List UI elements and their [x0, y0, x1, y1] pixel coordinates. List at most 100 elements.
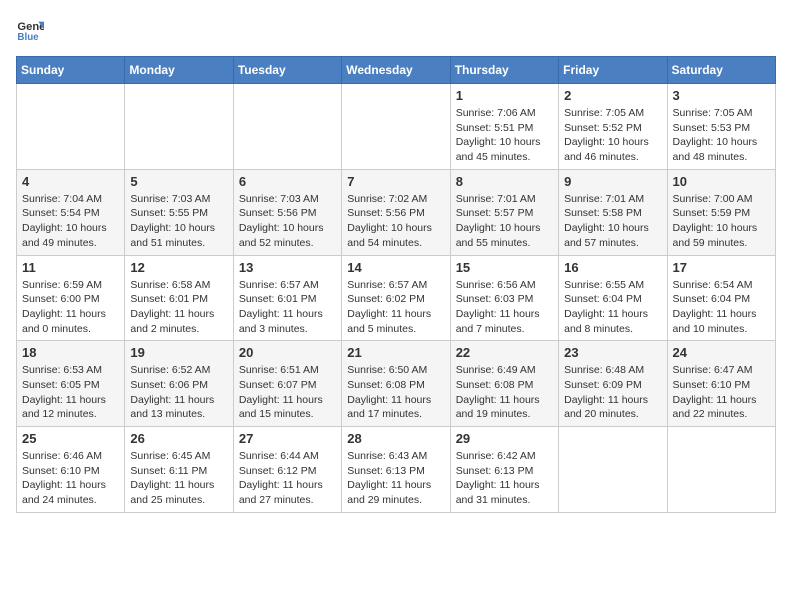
day-info: Sunrise: 6:45 AM Sunset: 6:11 PM Dayligh…	[130, 449, 227, 508]
calendar-week-2: 4 Sunrise: 7:04 AM Sunset: 5:54 PM Daylig…	[17, 169, 776, 255]
calendar-cell: 5 Sunrise: 7:03 AM Sunset: 5:55 PM Daylig…	[125, 169, 233, 255]
calendar-cell: 4 Sunrise: 7:04 AM Sunset: 5:54 PM Daylig…	[17, 169, 125, 255]
calendar-cell: 13 Sunrise: 6:57 AM Sunset: 6:01 PM Dayli…	[233, 255, 341, 341]
day-number: 19	[130, 345, 227, 360]
calendar-cell: 24 Sunrise: 6:47 AM Sunset: 6:10 PM Dayli…	[667, 341, 775, 427]
calendar-cell: 10Sunrise: 7:00 AM Sunset: 5:59 PM Dayli…	[667, 169, 775, 255]
day-number: 29	[456, 431, 553, 446]
day-info: Sunrise: 6:57 AM Sunset: 6:02 PM Dayligh…	[347, 278, 444, 337]
calendar-cell: 16 Sunrise: 6:55 AM Sunset: 6:04 PM Dayli…	[559, 255, 667, 341]
day-number: 4	[22, 174, 119, 189]
day-number: 26	[130, 431, 227, 446]
calendar-cell: 23 Sunrise: 6:48 AM Sunset: 6:09 PM Dayli…	[559, 341, 667, 427]
day-info: Sunrise: 6:49 AM Sunset: 6:08 PM Dayligh…	[456, 363, 553, 422]
calendar-week-1: 1 Sunrise: 7:06 AM Sunset: 5:51 PM Daylig…	[17, 84, 776, 170]
calendar-cell: 3Sunrise: 7:05 AM Sunset: 5:53 PM Daylig…	[667, 84, 775, 170]
day-info: Sunrise: 6:50 AM Sunset: 6:08 PM Dayligh…	[347, 363, 444, 422]
column-header-monday: Monday	[125, 57, 233, 84]
day-number: 3	[673, 88, 770, 103]
day-info: Sunrise: 6:43 AM Sunset: 6:13 PM Dayligh…	[347, 449, 444, 508]
day-number: 12	[130, 260, 227, 275]
day-info: Sunrise: 7:05 AM Sunset: 5:52 PM Dayligh…	[564, 106, 661, 165]
day-number: 18	[22, 345, 119, 360]
day-info: Sunrise: 7:02 AM Sunset: 5:56 PM Dayligh…	[347, 192, 444, 251]
day-number: 9	[564, 174, 661, 189]
logo-icon: General Blue	[16, 16, 44, 44]
day-number: 15	[456, 260, 553, 275]
calendar-cell: 22Sunrise: 6:49 AM Sunset: 6:08 PM Dayli…	[450, 341, 558, 427]
calendar-cell: 2Sunrise: 7:05 AM Sunset: 5:52 PM Daylig…	[559, 84, 667, 170]
day-number: 21	[347, 345, 444, 360]
calendar-cell: 8 Sunrise: 7:01 AM Sunset: 5:57 PM Daylig…	[450, 169, 558, 255]
day-info: Sunrise: 6:42 AM Sunset: 6:13 PM Dayligh…	[456, 449, 553, 508]
day-number: 5	[130, 174, 227, 189]
calendar-cell: 20 Sunrise: 6:51 AM Sunset: 6:07 PM Dayli…	[233, 341, 341, 427]
calendar-cell: 21 Sunrise: 6:50 AM Sunset: 6:08 PM Dayli…	[342, 341, 450, 427]
day-info: Sunrise: 7:01 AM Sunset: 5:57 PM Dayligh…	[456, 192, 553, 251]
calendar-table: SundayMondayTuesdayWednesdayThursdayFrid…	[16, 56, 776, 513]
calendar-cell: 1 Sunrise: 7:06 AM Sunset: 5:51 PM Daylig…	[450, 84, 558, 170]
header: General Blue	[16, 16, 776, 44]
calendar-cell: 14 Sunrise: 6:57 AM Sunset: 6:02 PM Dayli…	[342, 255, 450, 341]
calendar-cell: 25 Sunrise: 6:46 AM Sunset: 6:10 PM Dayli…	[17, 427, 125, 513]
day-info: Sunrise: 7:03 AM Sunset: 5:56 PM Dayligh…	[239, 192, 336, 251]
day-number: 20	[239, 345, 336, 360]
day-info: Sunrise: 7:04 AM Sunset: 5:54 PM Dayligh…	[22, 192, 119, 251]
calendar-cell: 27Sunrise: 6:44 AM Sunset: 6:12 PM Dayli…	[233, 427, 341, 513]
day-info: Sunrise: 6:59 AM Sunset: 6:00 PM Dayligh…	[22, 278, 119, 337]
day-info: Sunrise: 6:55 AM Sunset: 6:04 PM Dayligh…	[564, 278, 661, 337]
day-info: Sunrise: 6:54 AM Sunset: 6:04 PM Dayligh…	[673, 278, 770, 337]
day-info: Sunrise: 6:58 AM Sunset: 6:01 PM Dayligh…	[130, 278, 227, 337]
calendar-header-row: SundayMondayTuesdayWednesdayThursdayFrid…	[17, 57, 776, 84]
calendar-cell	[667, 427, 775, 513]
calendar-cell: 26 Sunrise: 6:45 AM Sunset: 6:11 PM Dayli…	[125, 427, 233, 513]
calendar-cell: 6 Sunrise: 7:03 AM Sunset: 5:56 PM Daylig…	[233, 169, 341, 255]
calendar-cell: 11 Sunrise: 6:59 AM Sunset: 6:00 PM Dayli…	[17, 255, 125, 341]
day-info: Sunrise: 6:56 AM Sunset: 6:03 PM Dayligh…	[456, 278, 553, 337]
day-info: Sunrise: 7:03 AM Sunset: 5:55 PM Dayligh…	[130, 192, 227, 251]
day-number: 27	[239, 431, 336, 446]
calendar-body: 1 Sunrise: 7:06 AM Sunset: 5:51 PM Daylig…	[17, 84, 776, 513]
day-number: 6	[239, 174, 336, 189]
column-header-sunday: Sunday	[17, 57, 125, 84]
day-info: Sunrise: 6:57 AM Sunset: 6:01 PM Dayligh…	[239, 278, 336, 337]
calendar-cell: 7 Sunrise: 7:02 AM Sunset: 5:56 PM Daylig…	[342, 169, 450, 255]
day-info: Sunrise: 6:48 AM Sunset: 6:09 PM Dayligh…	[564, 363, 661, 422]
day-number: 11	[22, 260, 119, 275]
calendar-cell: 28 Sunrise: 6:43 AM Sunset: 6:13 PM Dayli…	[342, 427, 450, 513]
day-number: 7	[347, 174, 444, 189]
column-header-thursday: Thursday	[450, 57, 558, 84]
calendar-cell: 19 Sunrise: 6:52 AM Sunset: 6:06 PM Dayli…	[125, 341, 233, 427]
day-info: Sunrise: 6:51 AM Sunset: 6:07 PM Dayligh…	[239, 363, 336, 422]
calendar-cell	[559, 427, 667, 513]
column-header-saturday: Saturday	[667, 57, 775, 84]
day-number: 8	[456, 174, 553, 189]
calendar-cell	[17, 84, 125, 170]
day-info: Sunrise: 7:01 AM Sunset: 5:58 PM Dayligh…	[564, 192, 661, 251]
calendar-cell: 9 Sunrise: 7:01 AM Sunset: 5:58 PM Daylig…	[559, 169, 667, 255]
day-number: 28	[347, 431, 444, 446]
day-number: 25	[22, 431, 119, 446]
calendar-cell: 29 Sunrise: 6:42 AM Sunset: 6:13 PM Dayli…	[450, 427, 558, 513]
day-number: 13	[239, 260, 336, 275]
day-number: 14	[347, 260, 444, 275]
day-number: 16	[564, 260, 661, 275]
calendar-cell: 17Sunrise: 6:54 AM Sunset: 6:04 PM Dayli…	[667, 255, 775, 341]
day-number: 23	[564, 345, 661, 360]
calendar-cell: 18Sunrise: 6:53 AM Sunset: 6:05 PM Dayli…	[17, 341, 125, 427]
calendar-cell	[342, 84, 450, 170]
calendar-week-5: 25 Sunrise: 6:46 AM Sunset: 6:10 PM Dayli…	[17, 427, 776, 513]
day-number: 24	[673, 345, 770, 360]
calendar-cell	[233, 84, 341, 170]
day-info: Sunrise: 6:47 AM Sunset: 6:10 PM Dayligh…	[673, 363, 770, 422]
calendar-week-3: 11 Sunrise: 6:59 AM Sunset: 6:00 PM Dayli…	[17, 255, 776, 341]
day-info: Sunrise: 7:06 AM Sunset: 5:51 PM Dayligh…	[456, 106, 553, 165]
day-number: 1	[456, 88, 553, 103]
calendar-cell	[125, 84, 233, 170]
day-info: Sunrise: 6:52 AM Sunset: 6:06 PM Dayligh…	[130, 363, 227, 422]
day-info: Sunrise: 6:46 AM Sunset: 6:10 PM Dayligh…	[22, 449, 119, 508]
calendar-cell: 12 Sunrise: 6:58 AM Sunset: 6:01 PM Dayli…	[125, 255, 233, 341]
logo: General Blue	[16, 16, 48, 44]
column-header-tuesday: Tuesday	[233, 57, 341, 84]
calendar-week-4: 18Sunrise: 6:53 AM Sunset: 6:05 PM Dayli…	[17, 341, 776, 427]
